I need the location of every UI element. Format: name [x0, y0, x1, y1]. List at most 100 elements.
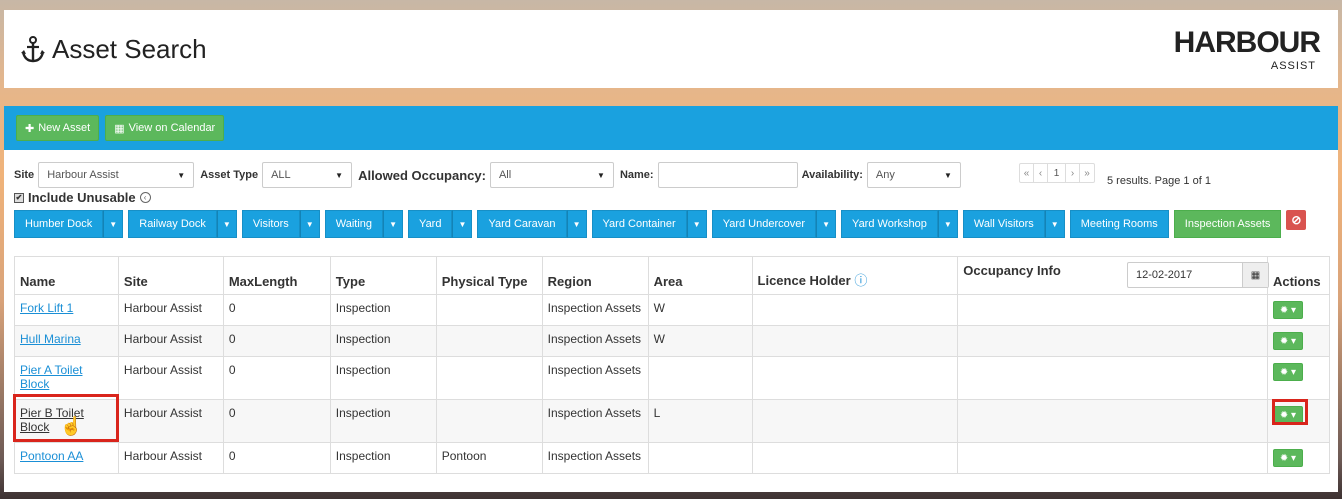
cell-licence-holder: [751, 442, 959, 474]
occupancy-date-input[interactable]: 12-02-2017: [1128, 269, 1242, 281]
info-icon[interactable]: ⓘ: [854, 273, 867, 288]
include-unusable[interactable]: ✔ Include Unusable ‹: [14, 190, 151, 205]
tab-yard-caravan[interactable]: Yard Caravan: [477, 210, 567, 238]
cell-region: Inspection Assets: [541, 325, 649, 357]
asset-link[interactable]: Fork Lift 1: [20, 301, 73, 315]
caret-down-icon[interactable]: ▼: [1044, 210, 1065, 238]
caret-down-icon: ▼: [597, 170, 605, 180]
tab-humber-dock[interactable]: Humber Dock: [14, 210, 104, 238]
cell-type: Inspection: [329, 294, 437, 326]
caret-down-icon[interactable]: ▼: [103, 210, 124, 238]
cell-physical-type: [435, 356, 543, 400]
tab-railway-dock[interactable]: Railway Dock: [128, 210, 217, 238]
caret-down-icon[interactable]: ▼: [383, 210, 404, 238]
chevron-left-icon[interactable]: ‹: [139, 192, 151, 203]
tab-wall-visitors[interactable]: Wall Visitors: [962, 210, 1045, 238]
caret-down-icon[interactable]: ▼: [686, 210, 707, 238]
site-select[interactable]: Harbour Assist ▼: [38, 162, 195, 188]
cell-site: Harbour Assist: [117, 294, 224, 326]
col-type: Type: [329, 256, 437, 295]
gear-icon[interactable]: ✹ ▾: [1272, 449, 1303, 467]
cell-actions: ✹ ▾: [1266, 356, 1331, 400]
col-region: Region: [541, 256, 649, 295]
tab-yard-undercover[interactable]: Yard Undercover: [711, 210, 817, 238]
page-1-button[interactable]: 1: [1048, 164, 1066, 182]
cell-actions: ✹ ▾: [1266, 325, 1331, 357]
name-label: Name:: [619, 169, 654, 181]
asset-table: Name Site MaxLength Type Physical Type R…: [14, 256, 1331, 474]
cell-area: W: [647, 325, 753, 357]
tab-meeting-rooms[interactable]: Meeting Rooms: [1069, 210, 1169, 238]
tab-yard-workshop[interactable]: Yard Workshop: [841, 210, 938, 238]
gear-icon[interactable]: ✹ ▾: [1272, 332, 1303, 350]
tab-waiting[interactable]: Waiting: [324, 210, 384, 238]
highlight-box: [1272, 399, 1308, 425]
cell-region: Inspection Assets: [541, 356, 649, 400]
clear-filter-icon[interactable]: ⊘: [1286, 210, 1307, 230]
tab-visitors[interactable]: Visitors: [241, 210, 300, 238]
table-row: Hull Marina Harbour Assist 0 Inspection …: [14, 325, 1331, 357]
cell-licence-holder: [751, 294, 959, 326]
cell-type: Inspection: [329, 442, 437, 474]
cell-area: L: [647, 399, 753, 443]
caret-down-icon[interactable]: ▼: [816, 210, 837, 238]
caret-down-icon[interactable]: ▼: [299, 210, 320, 238]
first-page-button[interactable]: «: [1020, 164, 1034, 182]
col-area: Area: [647, 256, 753, 295]
cell-type: Inspection: [329, 399, 437, 443]
cell-occupancy: [957, 399, 1268, 443]
toolbar: ✚ New Asset ▦ View on Calendar: [4, 106, 1338, 150]
last-page-button[interactable]: »: [1080, 164, 1094, 182]
cell-occupancy: [957, 325, 1268, 357]
availability-label: Availability:: [801, 169, 863, 181]
table-row: Pier A Toilet Block Harbour Assist 0 Ins…: [14, 356, 1331, 400]
asset-type-label: Asset Type: [200, 169, 259, 181]
caret-down-icon[interactable]: ▼: [452, 210, 473, 238]
cell-area: [647, 356, 753, 400]
caret-down-icon[interactable]: ▼: [216, 210, 237, 238]
next-page-button[interactable]: ›: [1066, 164, 1080, 182]
col-licence-holder: Licence Holder ⓘ: [751, 256, 959, 295]
cell-area: [647, 442, 753, 474]
gear-icon[interactable]: ✹ ▾: [1272, 301, 1303, 319]
cell-licence-holder: [751, 325, 959, 357]
asset-link[interactable]: Hull Marina: [20, 332, 81, 346]
col-physical-type: Physical Type: [435, 256, 543, 295]
asset-link[interactable]: Pier A Toilet Block: [20, 363, 82, 391]
prev-page-button[interactable]: ‹: [1034, 164, 1048, 182]
calendar-icon[interactable]: ▦: [1242, 263, 1268, 287]
cell-occupancy: [957, 356, 1268, 400]
caret-down-icon[interactable]: ▼: [937, 210, 958, 238]
page-title: Asset Search: [20, 34, 207, 65]
anchor-icon: [21, 35, 45, 62]
tab-yard[interactable]: Yard: [408, 210, 453, 238]
calendar-icon: ▦: [114, 122, 125, 135]
availability-select[interactable]: Any ▼: [866, 162, 961, 188]
cell-site: Harbour Assist: [117, 325, 224, 357]
cell-region: Inspection Assets: [541, 399, 649, 443]
asset-type-select[interactable]: ALL ▼: [262, 162, 353, 188]
caret-down-icon[interactable]: ▼: [566, 210, 587, 238]
cell-licence-holder: [751, 399, 959, 443]
cell-maxlength: 0: [222, 356, 331, 400]
pagination: « ‹ 1 › »: [1019, 163, 1095, 183]
table-row: Pier B Toilet Block Harbour Assist 0 Ins…: [14, 399, 1331, 443]
gear-icon[interactable]: ✹ ▾: [1272, 363, 1303, 381]
cell-physical-type: [435, 294, 543, 326]
occupancy-date-picker[interactable]: 12-02-2017 ▦: [1127, 262, 1269, 288]
col-name: Name: [14, 256, 119, 295]
tab-yard-container[interactable]: Yard Container: [591, 210, 687, 238]
cell-maxlength: 0: [222, 325, 331, 357]
include-unusable-checkbox[interactable]: ✔: [14, 192, 24, 203]
cell-area: W: [647, 294, 753, 326]
cell-site: Harbour Assist: [117, 356, 224, 400]
asset-link[interactable]: Pontoon AA: [20, 449, 83, 463]
allowed-occupancy-select[interactable]: All ▼: [489, 162, 614, 188]
name-input[interactable]: [657, 162, 798, 188]
view-on-calendar-button[interactable]: ▦ View on Calendar: [105, 115, 225, 141]
cell-actions: ✹ ▾: [1266, 442, 1331, 474]
plus-icon: ✚: [25, 122, 35, 135]
new-asset-button[interactable]: ✚ New Asset: [16, 115, 100, 141]
allowed-occupancy-label: Allowed Occupancy:: [358, 167, 486, 183]
tab-inspection-assets[interactable]: Inspection Assets: [1173, 210, 1282, 238]
